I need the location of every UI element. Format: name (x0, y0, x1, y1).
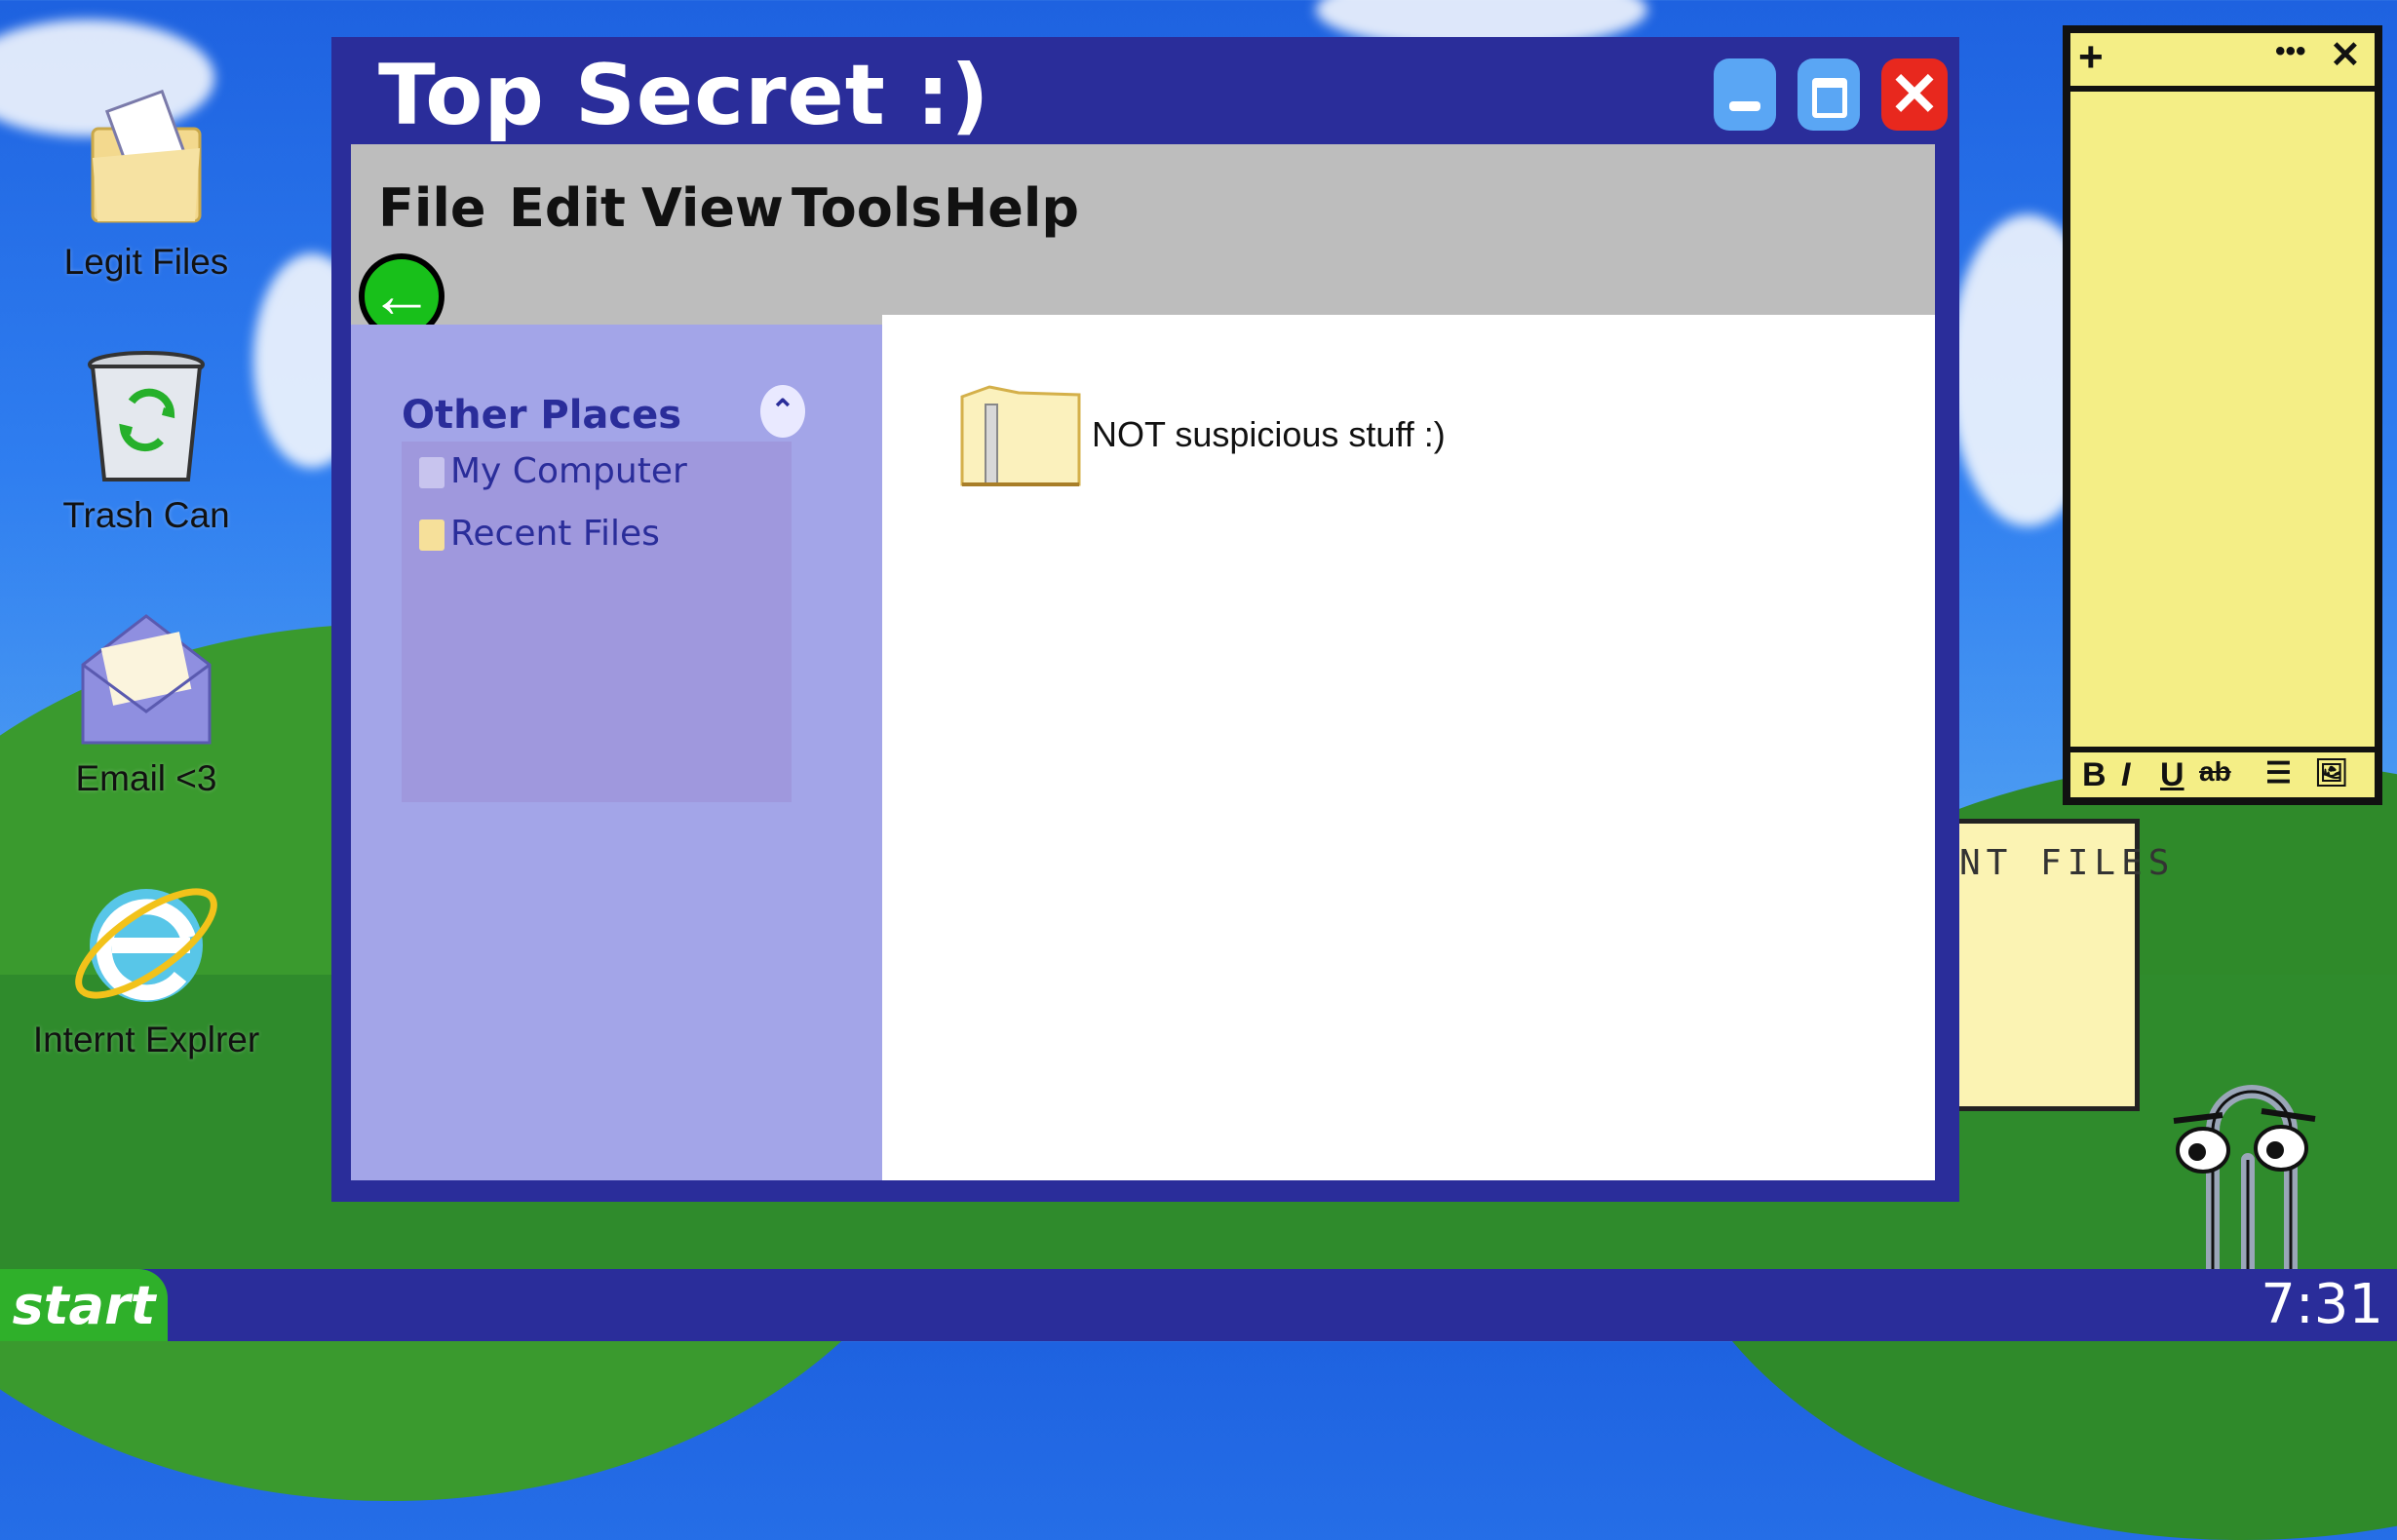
menu-view[interactable]: View (641, 177, 784, 239)
bold-button[interactable]: B (2082, 756, 2107, 794)
content-pane: NOT suspicious stuff :) (882, 315, 1935, 1180)
collapse-button[interactable]: ⌃ (760, 385, 805, 438)
close-note-button[interactable]: ✕ (2330, 33, 2361, 77)
sticky-note-format-bar: B I U ab ☰ 🖼 (2070, 747, 2375, 797)
recycle-bin-icon (73, 343, 219, 489)
chevron-up-icon: ⌃ (770, 395, 795, 427)
desktop-icon-email[interactable]: Email <3 (19, 606, 273, 799)
envelope-icon (73, 606, 219, 752)
back-arrow-icon: ← (369, 258, 434, 330)
maximize-button[interactable] (1798, 58, 1860, 131)
menu-tools[interactable]: Tools (792, 177, 943, 239)
close-button[interactable]: ✕ (1881, 58, 1948, 131)
folder-icon[interactable] (960, 385, 1081, 486)
desktop-icon-label: Legit Files (63, 242, 229, 282)
maximize-icon (1812, 78, 1847, 118)
add-note-button[interactable]: + (2078, 33, 2104, 82)
browser-icon (73, 867, 219, 1014)
folder-icon (419, 520, 445, 551)
desktop-icon-label: Trash Can (62, 495, 230, 535)
sidebar-title: Other Places (402, 393, 682, 438)
computer-icon (419, 457, 445, 488)
desktop-icon-trash-can[interactable]: Trash Can (19, 343, 273, 536)
sticky-note[interactable]: + ••• ✕ B I U ab ☰ 🖼 (2063, 25, 2382, 805)
sidebar: Other Places ⌃ My Computer Recent Files (351, 325, 882, 1180)
desktop-icon-internet-explorer[interactable]: Internt Explrer (19, 867, 273, 1060)
sticky-note-header: + ••• ✕ (2070, 33, 2375, 92)
menu-edit[interactable]: Edit (509, 177, 626, 239)
underline-button[interactable]: U (2160, 756, 2184, 794)
file-explorer-window: Top Secret :) ✕ File Edit View Tools Hel… (331, 37, 1959, 1202)
start-button[interactable]: start (0, 1269, 168, 1341)
desktop-icon-label: Email <3 (75, 758, 217, 798)
sidebar-item-my-computer[interactable]: My Computer (419, 451, 687, 491)
image-button[interactable]: 🖼 (2314, 756, 2349, 789)
menu-file[interactable]: File (378, 177, 486, 239)
assistant-speech-bubble: NT FILES (1959, 819, 2169, 1111)
window-title: Top Secret :) (378, 47, 990, 144)
list-button[interactable]: ☰ (2265, 756, 2292, 790)
folder-label[interactable]: NOT suspicious stuff :) (1092, 414, 1446, 455)
sidebar-item-label: My Computer (450, 451, 687, 491)
minimize-button[interactable] (1714, 58, 1776, 131)
more-options-button[interactable]: ••• (2275, 35, 2306, 68)
desktop-icon-legit-files[interactable]: Legit Files (19, 89, 273, 283)
sidebar-item-recent-files[interactable]: Recent Files (419, 514, 660, 554)
menu-bar: File Edit View Tools Help ← (351, 144, 1935, 339)
sidebar-item-label: Recent Files (450, 514, 660, 554)
minimize-icon (1729, 101, 1760, 111)
italic-button[interactable]: I (2121, 756, 2130, 794)
strikethrough-button[interactable]: ab (2199, 756, 2231, 788)
desktop-icon-label: Internt Explrer (32, 1020, 260, 1059)
folder-icon (73, 89, 219, 236)
close-icon: ✕ (1889, 61, 1940, 129)
bubble-text: NT FILES (1959, 843, 2176, 883)
taskbar-clock: 7:31 (2261, 1273, 2383, 1336)
taskbar: start 7:31 (0, 1269, 2397, 1341)
sidebar-panel (402, 442, 792, 802)
menu-help[interactable]: Help (944, 177, 1079, 239)
